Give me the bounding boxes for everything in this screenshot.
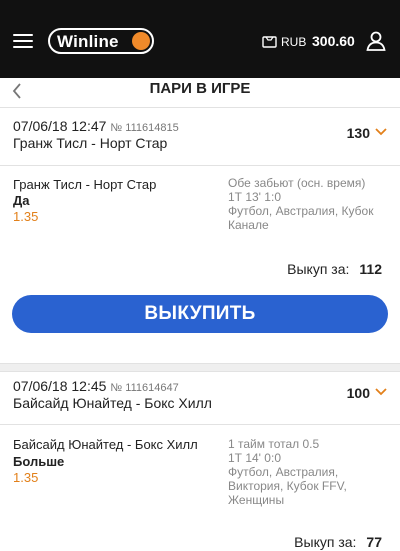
bet-number: № 111614815 xyxy=(110,122,179,134)
bet-stake: 100 xyxy=(346,385,370,401)
page-header: ПАРИ В ИГРЕ xyxy=(0,78,400,108)
bet-league: Футбол, Австралия, Кубок xyxy=(228,204,374,218)
bet-odds: 1.35 xyxy=(13,209,39,224)
bet-details: Обе забьют (осн. время) 1Т 13' 1:0 Футбо… xyxy=(228,176,373,232)
bet-league: Канале xyxy=(228,218,269,232)
bet-odds: 1.35 xyxy=(13,470,39,485)
user-icon[interactable] xyxy=(365,30,387,52)
bet-header: 07/06/18 12:45 № 111614647 xyxy=(13,378,179,394)
chevron-down-icon[interactable] xyxy=(375,388,387,396)
top-bar: Winline RUB 300.60 xyxy=(0,0,400,78)
bet-match: Байсайд Юнайтед - Бокс Хилл xyxy=(13,395,212,411)
bet-match: Гранж Тисл - Норт Стар xyxy=(13,135,168,151)
cashout-value: 77 xyxy=(366,534,382,550)
section-separator xyxy=(0,363,400,372)
page-title: ПАРИ В ИГРЕ xyxy=(149,80,251,97)
divider xyxy=(0,424,400,425)
bet-pick: Да xyxy=(13,193,30,208)
event-name: Байсайд Юнайтед - Бокс Хилл xyxy=(13,437,198,452)
bet-league: Женщины xyxy=(228,493,285,507)
cashout-label: Выкуп за: xyxy=(287,261,350,277)
cashout-button[interactable]: ВЫКУПИТЬ xyxy=(12,295,388,333)
bet-datetime: 07/06/18 12:45 xyxy=(13,378,107,394)
bet-details: 1 тайм тотал 0.5 1Т 14' 0:0 Футбол, Авст… xyxy=(228,437,347,507)
bet-market: 1 тайм тотал 0.5 xyxy=(228,437,320,451)
bet-stake: 130 xyxy=(346,125,370,141)
logo-text: Winline xyxy=(57,32,119,51)
event-name: Гранж Тисл - Норт Стар xyxy=(13,177,157,192)
cashout-amount: Выкуп за: 77 xyxy=(294,534,382,550)
bet-header: 07/06/18 12:47 № 111614815 xyxy=(13,118,179,134)
winline-logo[interactable]: Winline xyxy=(48,28,154,54)
chevron-down-icon[interactable] xyxy=(375,128,387,136)
bet-number: № 111614647 xyxy=(110,382,179,394)
balance-currency: RUB xyxy=(281,35,307,49)
logo-ball-icon xyxy=(132,32,150,50)
bet-league: Виктория, Кубок FFV, xyxy=(228,479,347,493)
cashout-label: Выкуп за: xyxy=(294,534,357,550)
cashout-amount: Выкуп за: 112 xyxy=(287,261,382,277)
divider xyxy=(0,165,400,166)
balance-value[interactable]: 300.60 xyxy=(312,33,355,49)
bet-pick: Больше xyxy=(13,454,65,469)
cashout-value: 112 xyxy=(359,261,382,277)
bet-match-time: 1Т 14' 0:0 xyxy=(228,451,281,465)
bet-datetime: 07/06/18 12:47 xyxy=(13,118,107,134)
wallet-icon[interactable] xyxy=(262,35,277,48)
menu-icon[interactable] xyxy=(13,32,33,50)
bet-match-time: 1Т 13' 1:0 xyxy=(228,190,281,204)
bet-league: Футбол, Австралия, xyxy=(228,465,339,479)
bet-market: Обе забьют (осн. время) xyxy=(228,176,366,190)
